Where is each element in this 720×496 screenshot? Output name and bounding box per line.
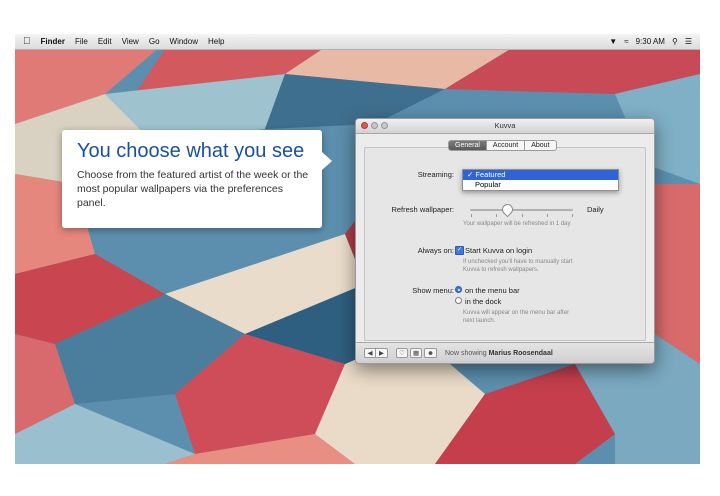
close-button[interactable] [361, 122, 368, 129]
menu-edit[interactable]: Edit [98, 37, 112, 46]
option-popular[interactable]: Popular [463, 180, 618, 190]
radio-menu-bar-label[interactable]: on the menu bar [465, 286, 520, 295]
always-on-label: Always on: [417, 246, 454, 255]
search-icon[interactable]: ⚲ [672, 37, 678, 46]
now-showing: Now showing Marius Roosendaal [445, 350, 553, 357]
refresh-slider[interactable] [470, 209, 573, 211]
slider-tick [496, 214, 497, 217]
nav-group: ◀ ▶ [364, 348, 388, 358]
option-featured-label: Featured [475, 170, 506, 179]
menu-help[interactable]: Help [208, 37, 224, 46]
slider-tick [547, 214, 548, 217]
slider-tick [471, 214, 472, 217]
slider-tick [572, 214, 573, 217]
radio-menu-bar[interactable] [455, 286, 462, 293]
option-featured[interactable]: ✓ Featured [463, 170, 618, 180]
minimize-button[interactable] [371, 122, 378, 129]
kuvva-icon[interactable]: ▼ [609, 37, 617, 46]
slider-knob[interactable] [499, 201, 516, 218]
zoom-button[interactable] [381, 122, 388, 129]
promo-callout: You choose what you see Choose from the … [62, 130, 332, 228]
save-icon[interactable]: ▦ [410, 348, 423, 358]
callout-title: You choose what you see [77, 140, 305, 162]
menu-finder[interactable]: Finder [41, 37, 65, 46]
tab-general[interactable]: General [449, 141, 487, 150]
always-on-hint: If unchecked you'll have to manually sta… [463, 259, 573, 273]
clock[interactable]: 9:30 AM [636, 37, 665, 46]
login-checkbox-label[interactable]: Start Kuvva on login [465, 246, 532, 255]
radio-dock-label[interactable]: in the dock [465, 297, 501, 306]
refresh-label: Refresh wallpaper: [391, 205, 454, 214]
status-area: ▼ ≈ 9:30 AM ⚲ ☰ [609, 37, 700, 46]
window-controls [361, 122, 388, 129]
artist-name[interactable]: Marius Roosendaal [489, 350, 553, 357]
now-showing-label: Now showing [445, 349, 487, 357]
window-title: Kuvva [494, 121, 516, 130]
refresh-hint: Your wallpaper will be refreshed in 1 da… [463, 221, 571, 227]
refresh-value: Daily [587, 205, 604, 214]
login-checkbox[interactable]: ✓ [455, 246, 464, 255]
wifi-icon[interactable]: ≈ [624, 37, 628, 46]
preferences-window: Kuvva General Account About Streaming: ✓… [355, 118, 655, 364]
streaming-label: Streaming: [417, 170, 454, 179]
callout-body: Choose from the featured artist of the w… [77, 169, 309, 209]
general-pane: Streaming: ✓ Featured Popular Refresh wa… [364, 147, 646, 341]
menu-bar:  Finder File Edit View Go Window Help ▼… [15, 34, 700, 50]
artist-icon[interactable]: ☻ [424, 348, 437, 358]
window-titlebar[interactable]: Kuvva [356, 119, 654, 134]
tab-account[interactable]: Account [487, 141, 526, 150]
streaming-dropdown[interactable]: ✓ Featured Popular [462, 169, 619, 191]
menu-file[interactable]: File [75, 37, 88, 46]
menu-window[interactable]: Window [170, 37, 198, 46]
heart-icon[interactable]: ♡ [396, 348, 408, 358]
next-button[interactable]: ▶ [376, 348, 388, 358]
checkmark-icon: ✓ [467, 170, 474, 179]
menu-view[interactable]: View [122, 37, 139, 46]
radio-dock[interactable] [455, 297, 462, 304]
menu-go[interactable]: Go [149, 37, 160, 46]
previous-button[interactable]: ◀ [364, 348, 376, 358]
show-menu-hint: Kuvva will appear on the menu bar after … [463, 310, 570, 324]
slider-tick [522, 214, 523, 217]
tab-about[interactable]: About [525, 141, 555, 150]
list-icon[interactable]: ☰ [685, 37, 692, 46]
show-menu-label: Show menu: [412, 286, 454, 295]
tab-bar: General Account About [448, 140, 557, 151]
bottom-bar: ◀ ▶ ♡ ▦ ☻ Now showing Marius Roosendaal [356, 342, 654, 363]
apple-icon[interactable]:  [23, 36, 31, 47]
